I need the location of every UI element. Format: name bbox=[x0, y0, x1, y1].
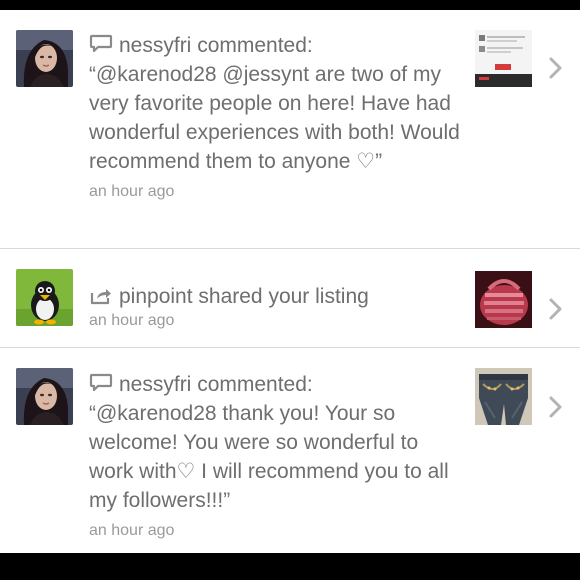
comment-text: “@karenod28 thank you! Your so welcome! … bbox=[89, 402, 449, 512]
comment-icon bbox=[89, 373, 113, 393]
chevron-right-icon[interactable] bbox=[546, 56, 566, 80]
timestamp: an hour ago bbox=[89, 522, 175, 539]
share-icon bbox=[89, 285, 113, 305]
username[interactable]: nessyfri bbox=[119, 373, 191, 396]
avatar[interactable] bbox=[16, 30, 73, 87]
action-text: shared your listing bbox=[198, 285, 369, 308]
comment-icon bbox=[89, 34, 113, 54]
timestamp: an hour ago bbox=[89, 183, 175, 200]
listing-thumbnail[interactable] bbox=[475, 368, 532, 425]
chevron-right-icon[interactable] bbox=[546, 297, 566, 321]
chevron-right-icon[interactable] bbox=[546, 395, 566, 419]
avatar[interactable] bbox=[16, 368, 73, 425]
list-item[interactable]: nessyfri commented: “@karenod28 thank yo… bbox=[0, 348, 580, 553]
list-item[interactable]: nessyfri commented: “@karenod28 @jessynt… bbox=[0, 10, 580, 249]
action-text: commented: bbox=[197, 34, 313, 57]
listing-thumbnail[interactable] bbox=[475, 271, 532, 328]
comment-text: “@karenod28 @jessynt are two of my very … bbox=[89, 63, 460, 173]
list-item[interactable]: pinpoint shared your listing an hour ago bbox=[0, 249, 580, 348]
timestamp: an hour ago bbox=[89, 312, 175, 329]
avatar[interactable] bbox=[16, 269, 73, 326]
username[interactable]: nessyfri bbox=[119, 34, 191, 57]
username[interactable]: pinpoint bbox=[119, 285, 193, 308]
action-text: commented: bbox=[197, 373, 313, 396]
listing-thumbnail[interactable] bbox=[475, 30, 532, 87]
notification-feed: nessyfri commented: “@karenod28 @jessynt… bbox=[0, 10, 580, 553]
